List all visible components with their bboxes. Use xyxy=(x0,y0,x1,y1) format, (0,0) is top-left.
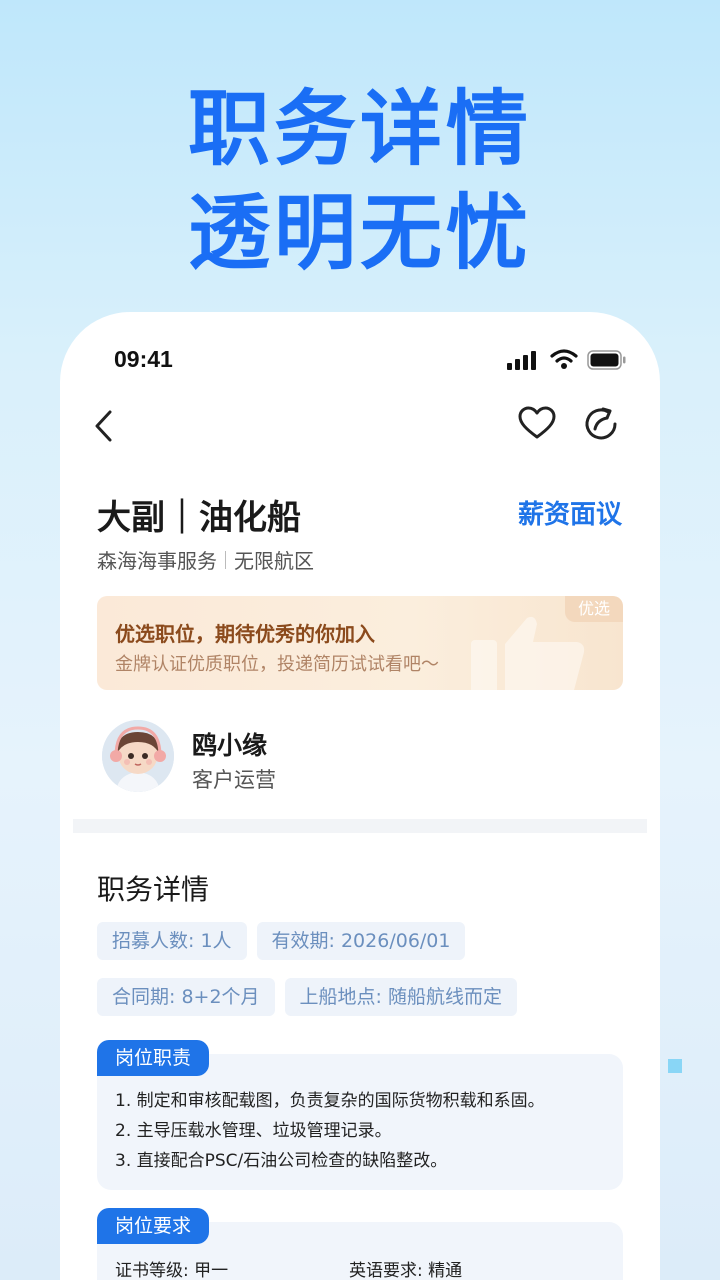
top-nav xyxy=(60,400,660,450)
tag-valid-until: 有效期: 2026/06/01 xyxy=(256,922,466,960)
requirements-card: 岗位要求 证书等级: 甲一 英语要求: 精通 xyxy=(97,1208,623,1280)
company-info: 森海海事服务 无限航区 xyxy=(97,545,314,574)
banner-subtitle: 金牌认证优质职位，投递简历试试看吧～ xyxy=(115,654,439,675)
duties-list: 1. 制定和审核配载图，负责复杂的国际货物积载和系固。 2. 主导压载水管理、垃… xyxy=(115,1086,545,1176)
company-name[interactable]: 森海海事服务 xyxy=(97,545,217,574)
banner-tag: 优选 xyxy=(565,596,623,622)
cert-requirement: 证书等级: 甲一 xyxy=(115,1261,229,1280)
list-item: 3. 直接配合PSC/石油公司检查的缺陷整改。 xyxy=(115,1151,448,1171)
battery-icon xyxy=(587,350,626,370)
detail-tags: 招募人数: 1人 有效期: 2026/06/01 合同期: 8+2个月 上船地点… xyxy=(97,922,637,1034)
heart-icon[interactable] xyxy=(518,406,556,440)
section-title-details: 职务详情 xyxy=(97,873,210,906)
salary-text: 薪资面议 xyxy=(517,500,622,530)
hero-headline: 职务详情 透明无忧 xyxy=(0,78,720,286)
phone-frame: 09:41 大副｜油化船 薪资面议 森海海事服务 无限航区 优选 优选职位，期待… xyxy=(60,312,660,1280)
tag-boarding-location: 上船地点: 随船航线而定 xyxy=(284,978,517,1016)
signal-icon xyxy=(507,351,536,370)
duties-card: 岗位职责 1. 制定和审核配载图，负责复杂的国际货物积载和系固。 2. 主导压载… xyxy=(97,1040,623,1190)
english-requirement: 英语要求: 精通 xyxy=(349,1261,463,1280)
requirements-label: 岗位要求 xyxy=(97,1208,210,1244)
avatar-illustration xyxy=(102,720,174,792)
divider xyxy=(225,550,226,569)
tag-contract-period: 合同期: 8+2个月 xyxy=(97,978,275,1016)
banner-title: 优选职位，期待优秀的你加入 xyxy=(115,622,375,646)
status-bar: 09:41 xyxy=(60,342,660,382)
contact-role: 客户运营 xyxy=(192,768,276,792)
list-item: 1. 制定和审核配载图，负责复杂的国际货物积载和系固。 xyxy=(115,1091,545,1111)
hero-line-2: 透明无忧 xyxy=(187,186,532,281)
navigation-area: 无限航区 xyxy=(234,549,314,573)
share-icon[interactable] xyxy=(582,405,620,443)
contact-card[interactable]: 鸥小缘 客户运营 xyxy=(100,718,620,798)
decorative-square xyxy=(668,1059,682,1073)
hero-line-1: 职务详情 xyxy=(187,82,532,177)
duties-label: 岗位职责 xyxy=(97,1040,210,1076)
status-time: 09:41 xyxy=(114,346,173,372)
tag-recruit-count: 招募人数: 1人 xyxy=(97,922,247,960)
featured-banner[interactable]: 优选 优选职位，期待优秀的你加入 金牌认证优质职位，投递简历试试看吧～ xyxy=(97,596,623,690)
contact-name: 鸥小缘 xyxy=(192,731,268,760)
thumbs-up-icon xyxy=(471,616,585,690)
chevron-left-icon[interactable] xyxy=(92,408,116,444)
list-item: 2. 主导压载水管理、垃圾管理记录。 xyxy=(115,1121,392,1141)
wifi-icon xyxy=(550,349,578,369)
section-separator xyxy=(73,819,647,833)
avatar xyxy=(102,720,174,792)
job-title: 大副｜油化船 xyxy=(97,498,301,538)
